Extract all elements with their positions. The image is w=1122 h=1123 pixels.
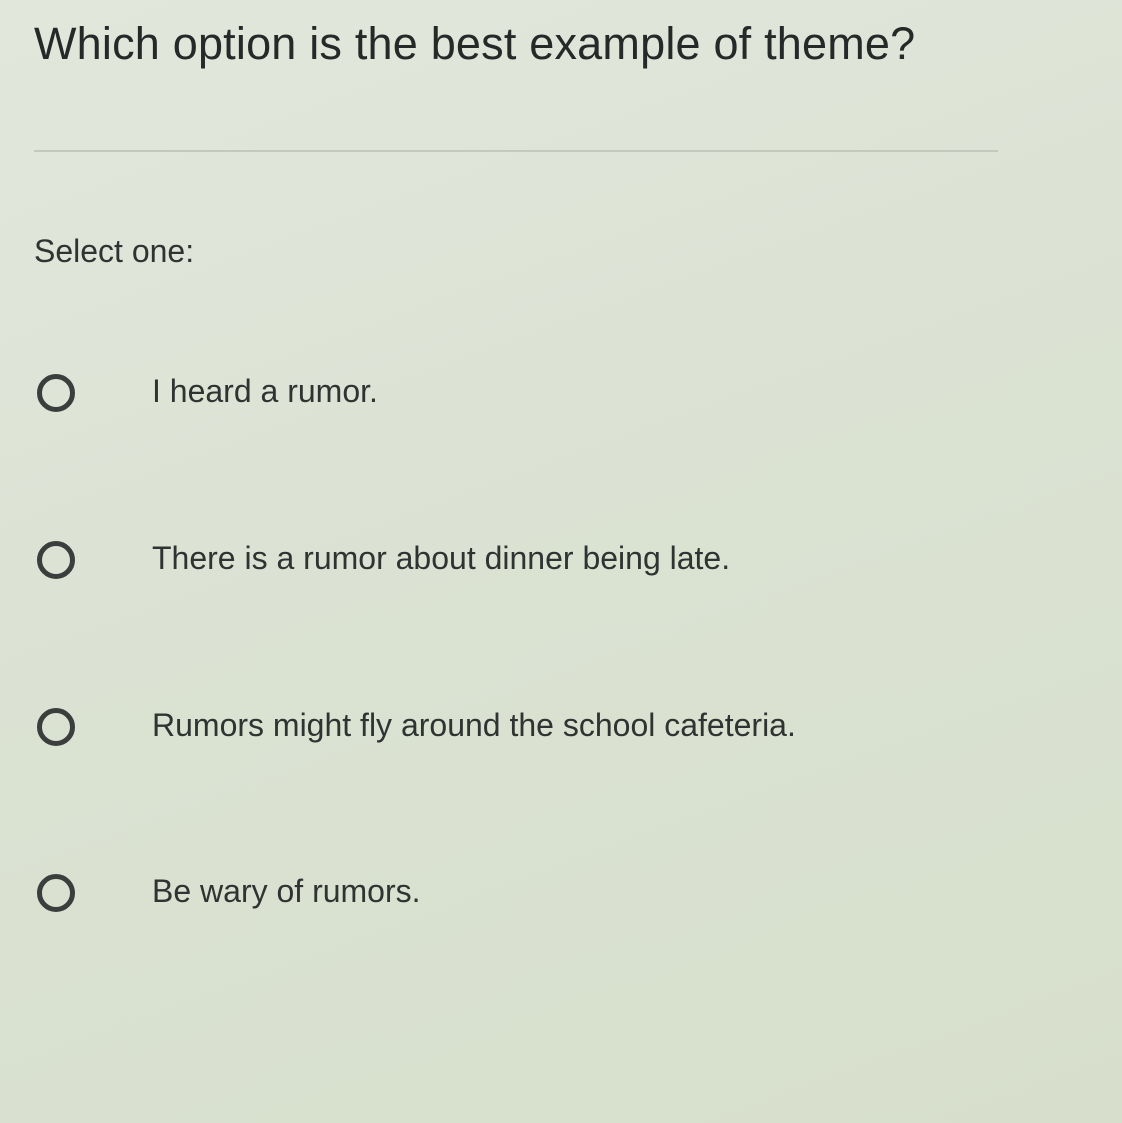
answer-option-2[interactable]: There is a rumor about dinner being late… <box>34 540 994 590</box>
answer-option-label[interactable]: Rumors might fly around the school cafet… <box>152 707 796 744</box>
radio-unchecked-icon[interactable] <box>37 874 75 912</box>
select-one-prompt: Select one: <box>34 233 195 269</box>
divider <box>34 150 998 152</box>
answer-option-label[interactable]: Be wary of rumors. <box>152 873 421 910</box>
answer-option-label[interactable]: There is a rumor about dinner being late… <box>152 540 730 577</box>
question-text: Which option is the best example of them… <box>34 18 916 69</box>
answer-option-1[interactable]: I heard a rumor. <box>34 373 994 423</box>
radio-unchecked-icon[interactable] <box>37 708 75 746</box>
radio-unchecked-icon[interactable] <box>37 541 75 579</box>
answer-option-4[interactable]: Be wary of rumors. <box>34 873 994 923</box>
answer-option-label[interactable]: I heard a rumor. <box>152 373 378 410</box>
answer-option-3[interactable]: Rumors might fly around the school cafet… <box>34 707 994 757</box>
radio-unchecked-icon[interactable] <box>37 374 75 412</box>
